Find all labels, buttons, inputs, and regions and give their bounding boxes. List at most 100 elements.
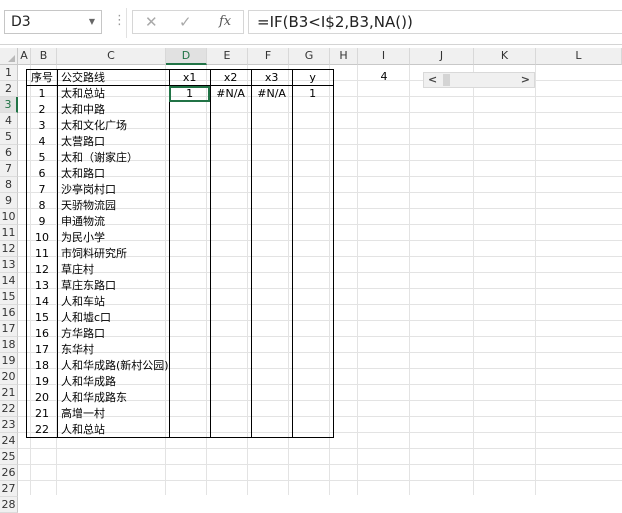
formula-input[interactable]: =IF(B3<I$2,B3,NA()) xyxy=(248,10,622,34)
table-cell[interactable] xyxy=(209,293,252,310)
table-cell[interactable] xyxy=(250,373,293,390)
table-cell[interactable] xyxy=(168,229,211,246)
table-cell[interactable] xyxy=(291,197,334,214)
column-header-e[interactable]: E xyxy=(207,48,248,65)
table-cell[interactable] xyxy=(209,373,252,390)
table-cell[interactable] xyxy=(250,309,293,326)
column-header-l[interactable]: L xyxy=(536,48,622,65)
table-cell[interactable]: 太和文化广场 xyxy=(57,117,170,134)
row-header[interactable]: 24 xyxy=(0,433,18,449)
column-header-j[interactable]: J xyxy=(410,48,474,65)
table-cell[interactable] xyxy=(291,293,334,310)
row-header[interactable]: 16 xyxy=(0,305,18,321)
drag-handle-icon[interactable]: ⋮ xyxy=(113,13,126,28)
table-cell[interactable] xyxy=(168,261,211,278)
table-cell[interactable] xyxy=(291,373,334,390)
row-header[interactable]: 3 xyxy=(0,97,18,113)
table-cell[interactable] xyxy=(209,341,252,358)
table-cell[interactable]: 申通物流 xyxy=(57,213,170,230)
row-header[interactable]: 17 xyxy=(0,321,18,337)
table-cell[interactable] xyxy=(168,389,211,406)
row-header[interactable]: 6 xyxy=(0,145,18,161)
table-cell[interactable]: 太和（谢家庄） xyxy=(57,149,170,166)
column-header-g[interactable]: G xyxy=(289,48,330,65)
row-header[interactable]: 5 xyxy=(0,129,18,145)
table-cell[interactable] xyxy=(168,133,211,150)
row-header[interactable]: 11 xyxy=(0,225,18,241)
table-cell[interactable]: 方华路口 xyxy=(57,325,170,342)
table-cell[interactable]: 高增一村 xyxy=(57,405,170,422)
row-header[interactable]: 25 xyxy=(0,449,18,465)
table-cell[interactable] xyxy=(291,213,334,230)
table-cell[interactable] xyxy=(250,277,293,294)
table-cell[interactable] xyxy=(291,245,334,262)
table-cell[interactable]: 草庄东路口 xyxy=(57,277,170,294)
table-cell[interactable] xyxy=(168,213,211,230)
row-header[interactable]: 7 xyxy=(0,161,18,177)
table-cell[interactable]: 人和华成路(新村公园) xyxy=(57,357,170,374)
table-cell[interactable] xyxy=(209,133,252,150)
chevron-down-icon[interactable]: ▼ xyxy=(89,17,95,26)
table-cell[interactable] xyxy=(250,357,293,374)
table-cell[interactable]: 太和路口 xyxy=(57,165,170,182)
table-cell[interactable]: 4 xyxy=(26,133,58,150)
table-cell[interactable] xyxy=(250,405,293,422)
table-cell[interactable] xyxy=(250,421,293,438)
table-cell[interactable]: 5 xyxy=(26,149,58,166)
table-cell[interactable] xyxy=(250,229,293,246)
table-cell[interactable]: 草庄村 xyxy=(57,261,170,278)
table-cell[interactable] xyxy=(209,261,252,278)
table-cell[interactable]: 3 xyxy=(26,117,58,134)
table-cell[interactable] xyxy=(168,405,211,422)
table-cell[interactable] xyxy=(168,277,211,294)
table-cell[interactable] xyxy=(168,373,211,390)
table-cell[interactable]: 1 xyxy=(291,85,334,102)
table-cell[interactable] xyxy=(250,165,293,182)
table-cell[interactable] xyxy=(291,389,334,406)
table-cell[interactable] xyxy=(250,101,293,118)
table-cell[interactable]: 人和总站 xyxy=(57,421,170,438)
row-header[interactable]: 12 xyxy=(0,241,18,257)
column-header-a[interactable]: A xyxy=(18,48,31,65)
table-cell[interactable] xyxy=(168,341,211,358)
row-header[interactable]: 28 xyxy=(0,497,18,513)
table-cell[interactable]: 19 xyxy=(26,373,58,390)
row-header[interactable]: 18 xyxy=(0,337,18,353)
row-header[interactable]: 22 xyxy=(0,401,18,417)
table-cell[interactable]: 为民小学 xyxy=(57,229,170,246)
table-cell[interactable]: 15 xyxy=(26,309,58,326)
scroll-left-icon[interactable]: < xyxy=(428,73,437,86)
table-cell[interactable] xyxy=(291,149,334,166)
table-cell[interactable] xyxy=(168,245,211,262)
table-cell[interactable] xyxy=(209,245,252,262)
row-header[interactable]: 20 xyxy=(0,369,18,385)
table-cell[interactable] xyxy=(168,165,211,182)
table-cell[interactable] xyxy=(168,149,211,166)
table-cell[interactable] xyxy=(168,421,211,438)
table-cell[interactable]: 人和墟c口 xyxy=(57,309,170,326)
table-cell[interactable] xyxy=(168,101,211,118)
table-cell[interactable] xyxy=(209,181,252,198)
row-header[interactable]: 26 xyxy=(0,465,18,481)
table-cell[interactable] xyxy=(209,421,252,438)
table-cell[interactable] xyxy=(250,341,293,358)
table-cell[interactable] xyxy=(209,229,252,246)
table-cell[interactable] xyxy=(250,389,293,406)
table-cell[interactable] xyxy=(291,181,334,198)
table-cell[interactable]: 人和车站 xyxy=(57,293,170,310)
table-cell[interactable] xyxy=(250,197,293,214)
table-cell[interactable] xyxy=(291,325,334,342)
table-cell[interactable]: 7 xyxy=(26,181,58,198)
table-cell[interactable] xyxy=(168,117,211,134)
row-header[interactable]: 21 xyxy=(0,385,18,401)
table-cell[interactable] xyxy=(209,149,252,166)
table-cell[interactable] xyxy=(291,165,334,182)
row-header[interactable]: 8 xyxy=(0,177,18,193)
table-cell[interactable]: 1 xyxy=(168,85,211,102)
table-cell[interactable]: 21 xyxy=(26,405,58,422)
scroll-right-icon[interactable]: > xyxy=(521,73,530,86)
table-cell[interactable] xyxy=(209,357,252,374)
table-cell[interactable] xyxy=(209,117,252,134)
table-cell[interactable]: 人和华成路东 xyxy=(57,389,170,406)
insert-function-icon[interactable]: fx xyxy=(219,14,231,29)
